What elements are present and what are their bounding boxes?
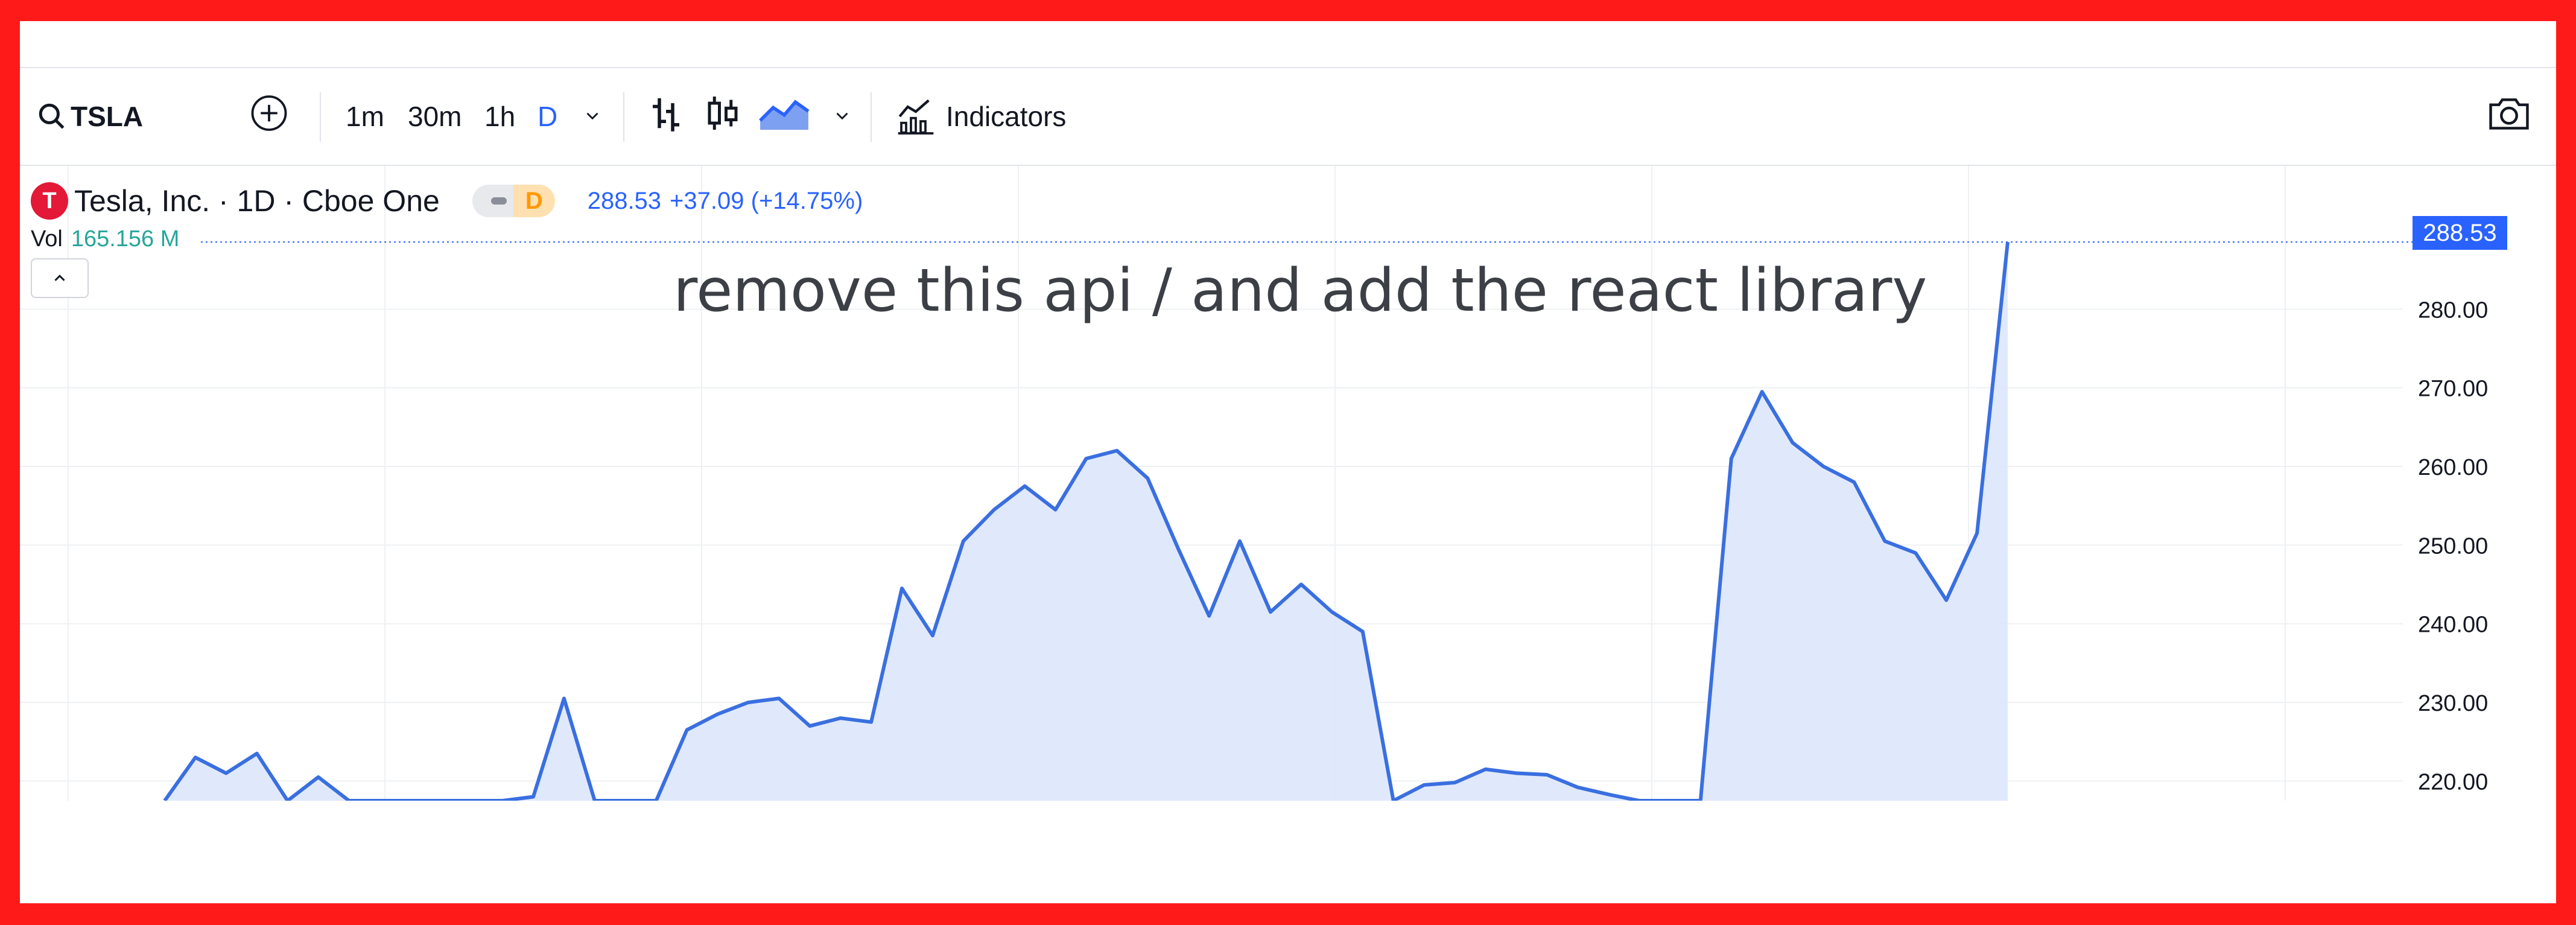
legend-price: 288.53 xyxy=(587,187,662,214)
annotation-text: remove this api / and add the react libr… xyxy=(673,256,1927,325)
price-area-fill xyxy=(165,242,2008,801)
last-price-badge: 288.53 xyxy=(2413,216,2507,250)
chart-widget: 220.00 230.00 240.00 250.00 260.00 270.00 280.… xyxy=(20,21,2556,903)
collapse-legend-button[interactable] xyxy=(31,258,89,298)
interval-d[interactable]: D xyxy=(538,100,557,133)
candles-icon xyxy=(708,97,738,130)
price-axis-tick: 280.00 xyxy=(2418,297,2488,323)
price-axis-tick: 230.00 xyxy=(2418,691,2488,716)
volume-value: 165.156 M xyxy=(71,226,180,252)
area-chart-icon xyxy=(759,100,810,130)
price-axis-tick: 240.00 xyxy=(2418,612,2488,638)
chevron-down-icon xyxy=(586,112,598,120)
market-status-badge[interactable]: D xyxy=(472,185,555,217)
toolbar-divider xyxy=(320,92,321,142)
toolbar-divider xyxy=(623,92,624,142)
search-icon xyxy=(39,103,65,129)
bars-icon xyxy=(653,98,679,132)
price-axis: 220.00 230.00 240.00 250.00 260.00 270.00 280.… xyxy=(2418,297,2488,795)
candles-chart-style-button[interactable] xyxy=(706,94,740,140)
snapshot-button[interactable] xyxy=(2487,95,2531,139)
legend-change: +37.09 (+14.75%) xyxy=(670,187,863,214)
indicators-button[interactable]: Indicators xyxy=(896,97,1066,136)
camera-icon xyxy=(2489,98,2529,130)
area-chart-style-button[interactable] xyxy=(758,95,810,139)
symbol-label: TSLA xyxy=(71,101,144,132)
price-axis-tick: 270.00 xyxy=(2418,377,2488,402)
bar-chart-style-button[interactable] xyxy=(649,94,683,140)
indicators-label: Indicators xyxy=(946,101,1067,132)
interval-1h[interactable]: 1h xyxy=(484,100,515,133)
legend-title: Tesla, Inc. · 1D · Cboe One xyxy=(74,184,440,218)
chart-bottom-mask xyxy=(20,801,2556,903)
compare-symbol-button[interactable] xyxy=(249,94,289,140)
interval-1m[interactable]: 1m xyxy=(346,100,384,133)
volume-label: Vol xyxy=(31,226,63,252)
price-axis-tick: 260.00 xyxy=(2418,455,2488,480)
toolbar-divider xyxy=(871,92,872,142)
delayed-badge: D xyxy=(513,185,555,217)
chart-legend: T Tesla, Inc. · 1D · Cboe One D 288.53 +… xyxy=(31,180,863,222)
interval-dropdown-button[interactable] xyxy=(582,100,603,133)
symbol-search[interactable]: TSLA xyxy=(37,100,143,133)
price-axis-tick: 250.00 xyxy=(2418,533,2488,559)
chevron-down-icon xyxy=(836,112,848,120)
volume-legend: Vol 165.156 M xyxy=(31,226,179,252)
toolbar: TSLA 1m 30m 1h D Indicators xyxy=(20,68,2556,166)
plus-circle-icon xyxy=(251,95,287,131)
chevron-up-icon xyxy=(54,275,65,281)
indicators-icon xyxy=(898,99,934,135)
chart-style-dropdown-button[interactable] xyxy=(832,100,852,133)
interval-30m[interactable]: 30m xyxy=(408,100,462,133)
price-axis-tick: 220.00 xyxy=(2418,769,2488,795)
tesla-logo-icon: T xyxy=(31,182,68,220)
